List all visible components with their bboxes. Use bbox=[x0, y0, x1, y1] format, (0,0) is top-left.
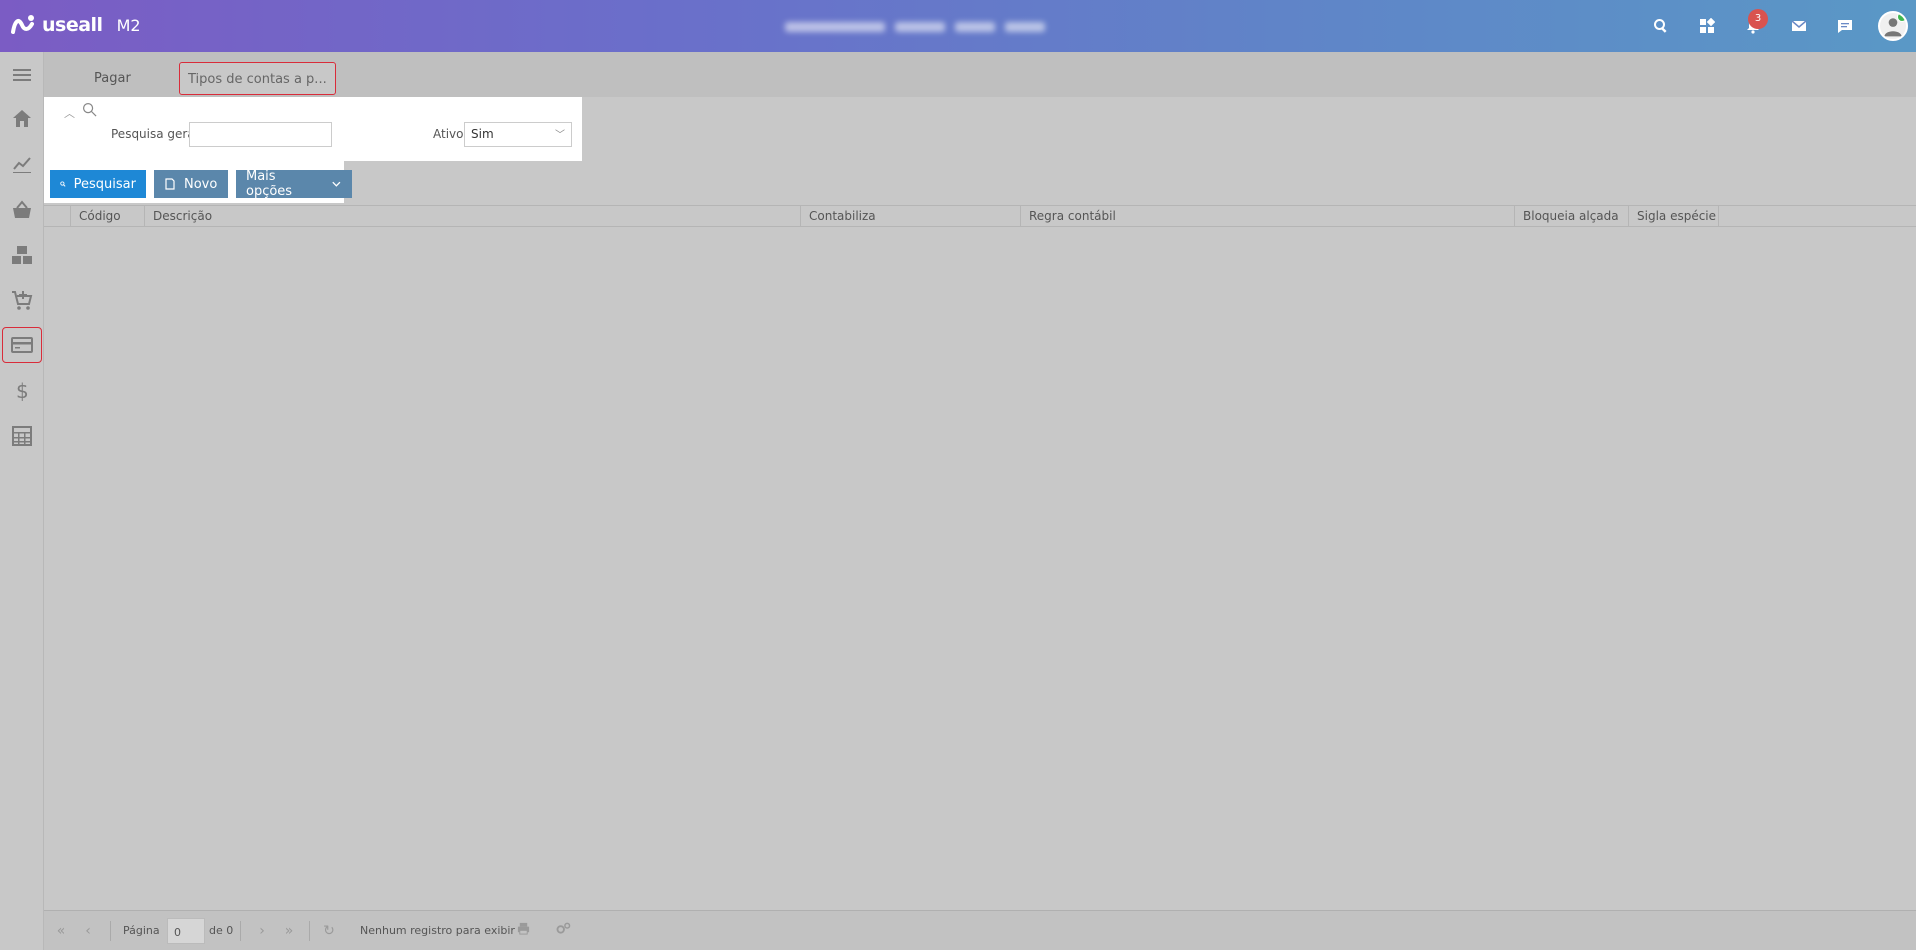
more-options-label: Mais opções bbox=[246, 169, 293, 199]
user-avatar[interactable] bbox=[1878, 11, 1908, 41]
last-page-icon[interactable]: » bbox=[280, 922, 298, 940]
refresh-icon[interactable]: ↻ bbox=[320, 922, 338, 940]
home-icon[interactable] bbox=[2, 101, 42, 137]
filter-search-icon bbox=[82, 102, 97, 120]
dollar-icon[interactable]: $ bbox=[2, 372, 42, 408]
column-header-sigla-especie[interactable]: Sigla espécie bbox=[1628, 206, 1718, 228]
grid-header: Código Descrição Contabiliza Regra contá… bbox=[44, 205, 1916, 228]
pager-status: Nenhum registro para exibir bbox=[360, 924, 515, 937]
calculator-icon[interactable] bbox=[2, 418, 42, 454]
top-header: useall M2 3 bbox=[0, 0, 1916, 52]
collapse-chevron-up-icon[interactable]: ︿ bbox=[64, 105, 75, 121]
pager-separator bbox=[309, 921, 310, 941]
new-button[interactable]: Novo bbox=[154, 170, 228, 198]
notifications-badge: 3 bbox=[1748, 9, 1768, 29]
line-chart-icon[interactable] bbox=[2, 146, 42, 182]
logo-text: useall bbox=[42, 14, 103, 36]
add-to-cart-icon[interactable] bbox=[2, 282, 42, 318]
active-label: Ativo bbox=[433, 127, 464, 141]
tab-pagar[interactable]: Pagar bbox=[86, 62, 139, 95]
column-header-codigo[interactable]: Código bbox=[70, 206, 144, 228]
tabs-bar: Pagar Tipos de contas a p... bbox=[44, 52, 1916, 97]
print-icon[interactable] bbox=[514, 922, 532, 940]
context-info-blurred bbox=[785, 19, 1045, 35]
chat-icon[interactable] bbox=[1822, 0, 1868, 52]
next-page-icon[interactable]: › bbox=[253, 922, 271, 940]
grid-body bbox=[44, 227, 1916, 910]
search-button[interactable]: Pesquisar bbox=[50, 170, 146, 198]
svg-text:$: $ bbox=[16, 379, 29, 401]
pagination-bar: « ‹ Página 0 de 0 › » ↻ Nenhum registro … bbox=[44, 910, 1916, 950]
column-header-regra-contabil[interactable]: Regra contábil bbox=[1020, 206, 1514, 228]
tab-tipos-de-contas[interactable]: Tipos de contas a p... bbox=[179, 62, 336, 95]
page-of-label: de 0 bbox=[209, 924, 234, 937]
chevron-down-icon: ﹀ bbox=[555, 130, 565, 141]
search-icon bbox=[60, 181, 66, 187]
first-page-icon[interactable]: « bbox=[52, 922, 70, 940]
page-label: Página bbox=[123, 924, 160, 937]
credit-card-icon[interactable] bbox=[2, 327, 42, 363]
column-header-contabiliza[interactable]: Contabiliza bbox=[800, 206, 1020, 228]
mail-icon[interactable] bbox=[1776, 0, 1822, 52]
notifications-bell-icon[interactable]: 3 bbox=[1730, 0, 1776, 52]
more-options-button[interactable]: Mais opções bbox=[236, 169, 352, 199]
search-icon[interactable] bbox=[1638, 0, 1684, 52]
header-actions: 3 bbox=[1638, 0, 1916, 52]
pager-separator bbox=[240, 921, 241, 941]
search-general-input[interactable] bbox=[189, 122, 332, 147]
column-header-bloqueia-alcada[interactable]: Bloqueia alçada bbox=[1514, 206, 1628, 228]
active-select-value: Sim bbox=[471, 127, 494, 141]
column-header-empty bbox=[1718, 206, 1916, 228]
online-status-dot bbox=[1897, 13, 1906, 22]
filter-panel: ︿ Pesquisa geral Ativo Sim ﹀ bbox=[44, 97, 582, 161]
shopping-basket-icon[interactable] bbox=[2, 192, 42, 228]
menu-toggle-icon[interactable] bbox=[2, 57, 42, 93]
new-document-icon bbox=[165, 178, 175, 190]
boxes-icon[interactable] bbox=[2, 237, 42, 273]
page-number-input[interactable]: 0 bbox=[167, 918, 205, 944]
new-button-label: Novo bbox=[184, 176, 218, 192]
pager-separator bbox=[110, 921, 111, 941]
useall-logo-icon bbox=[11, 15, 34, 34]
logo-version: M2 bbox=[116, 15, 141, 35]
previous-page-icon[interactable]: ‹ bbox=[79, 922, 97, 940]
settings-gears-icon[interactable] bbox=[554, 922, 572, 940]
sidebar: $ bbox=[0, 52, 44, 950]
search-button-label: Pesquisar bbox=[73, 176, 136, 192]
app-logo[interactable]: useall M2 bbox=[10, 12, 141, 38]
apps-icon[interactable] bbox=[1684, 0, 1730, 52]
chevron-down-icon bbox=[332, 181, 341, 187]
search-general-label: Pesquisa geral bbox=[111, 127, 199, 141]
column-header-descricao[interactable]: Descrição bbox=[144, 206, 800, 228]
active-select[interactable]: Sim ﹀ bbox=[464, 122, 572, 147]
